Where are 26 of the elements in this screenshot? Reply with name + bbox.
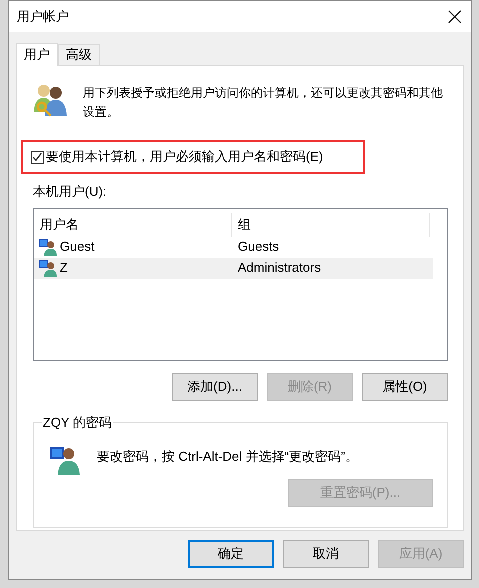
- list-button[interactable]: 添加(D)...: [172, 372, 258, 400]
- table-cell-text: Guest: [60, 238, 95, 256]
- description-text: 用下列表授予或拒绝用户访问你的计算机，还可以更改其密码和其他设置。: [83, 85, 444, 121]
- user-icon: [38, 259, 58, 277]
- close-icon[interactable]: [447, 8, 463, 24]
- users-icon: [33, 82, 69, 118]
- checkbox[interactable]: [31, 150, 44, 164]
- user-icon: [38, 238, 58, 256]
- window-title: 用户帐户: [17, 8, 69, 26]
- table-row[interactable]: Guest Guests: [34, 236, 433, 258]
- list-button[interactable]: 属性(O): [362, 372, 448, 400]
- column-header[interactable]: 组: [232, 212, 430, 236]
- tab[interactable]: 用户: [16, 43, 58, 66]
- table-cell-text: Z: [60, 259, 68, 278]
- user-icon: [49, 444, 83, 474]
- table-cell-text: Guests: [237, 238, 280, 256]
- user-list[interactable]: 用户名 组 Guest Guests Z Administrators: [33, 208, 448, 360]
- table-row[interactable]: Z Administrators: [34, 258, 433, 278]
- dialog-button[interactable]: 取消: [283, 540, 369, 568]
- column-header[interactable]: 用户名: [34, 212, 232, 236]
- instruction-text: 要改密码，按 Ctrl-Alt-Del 并选择“更改密码”。: [97, 448, 358, 466]
- tab[interactable]: 高级: [58, 44, 100, 65]
- dialog-button[interactable]: 确定: [188, 540, 274, 568]
- list-label: 本机用户(U):: [33, 183, 108, 201]
- table-cell-text: Administrators: [237, 259, 322, 278]
- checkbox-label: 要使用本计算机，用户必须输入用户名和密码(E): [46, 148, 324, 166]
